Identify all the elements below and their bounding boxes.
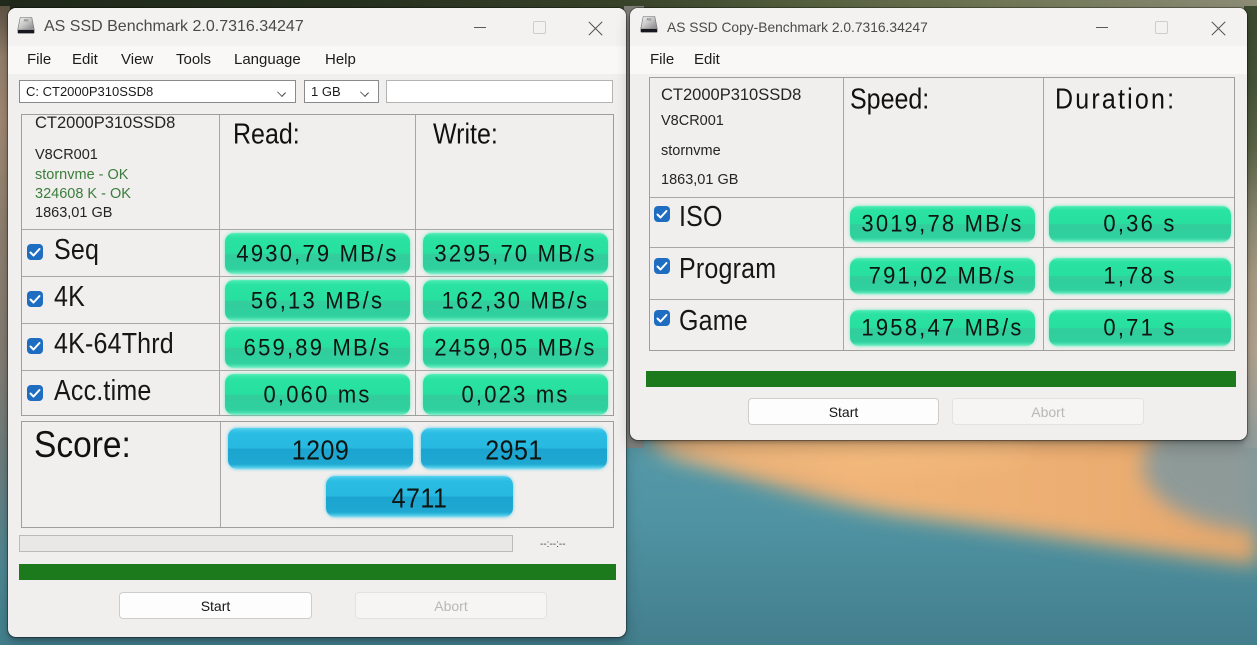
svg-text:AS: AS bbox=[24, 19, 29, 23]
svg-text:AS: AS bbox=[647, 18, 652, 22]
